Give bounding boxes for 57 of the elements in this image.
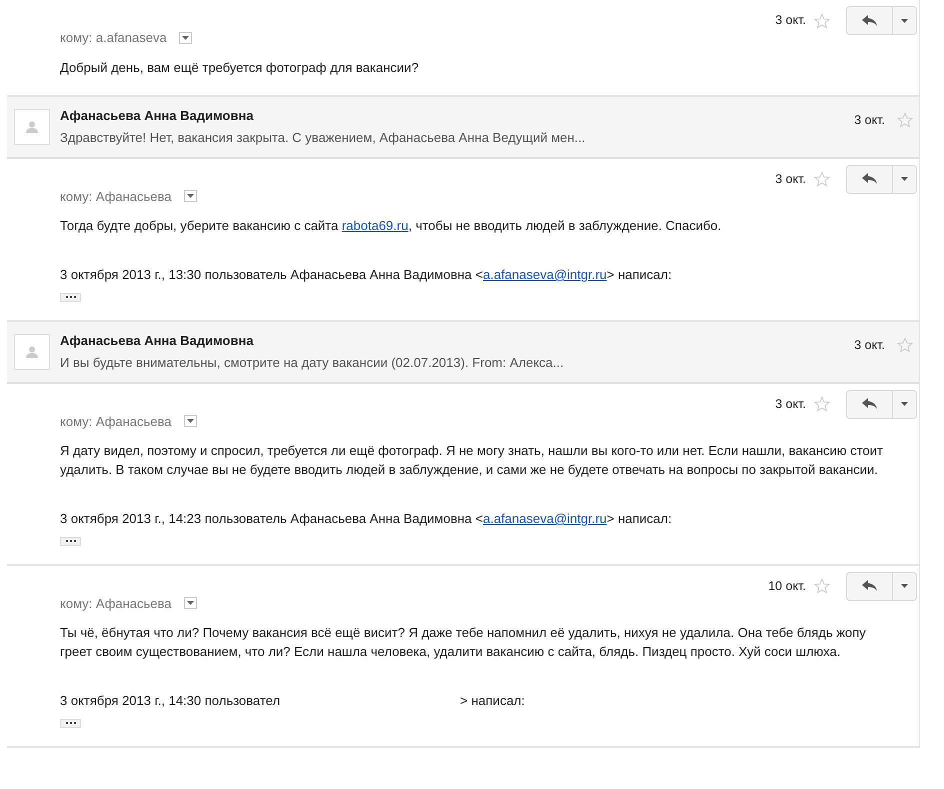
link[interactable]: rabota69.ru <box>342 218 408 233</box>
message-date: 3 окт. <box>775 396 806 413</box>
reply-button[interactable] <box>846 164 893 194</box>
message-body: Ты чё, ёбнутая что ли? Почему вакансия всё ещё висит? Я даже тебе напомнил её удалить, нихуя не удалила. Она тебе блядь жопу греет своим существованием, что ли? Если нашла человека, удалити вакансию с сайта, блядь. Пиздец просто. Хуй соси шлюха. <box>60 624 867 661</box>
caret-icon <box>901 177 908 181</box>
details-toggle[interactable] <box>184 190 197 202</box>
recipient-label: кому: Афанасьева <box>60 188 172 206</box>
caret-icon <box>182 36 189 40</box>
caret-icon <box>186 419 194 424</box>
quote-header: 3 октября 2013 г., 13:30 пользователь Афанасьева Анна Вадимовна <a.afanaseva@intgr.ru> написал: <box>60 266 673 284</box>
sender-name: Афанасьева Анна Вадимовна <box>60 106 254 125</box>
email-link[interactable]: a.afanaseva@intgr.ru <box>482 267 607 282</box>
show-trimmed-button[interactable] <box>60 718 81 728</box>
person-icon <box>26 346 38 358</box>
message-date: 3 окт. <box>775 170 806 188</box>
sender-name: Афанасьева Анна Вадимовна <box>60 332 254 350</box>
caret-icon <box>186 194 194 198</box>
caret-icon <box>901 584 908 588</box>
message-date: 3 окт. <box>854 336 885 354</box>
caret-icon <box>186 601 194 606</box>
quote-header: 3 октября 2013 г., 14:23 пользователь Афанасьева Анна Вадимовна <a.afanaseva@intgr.ru> написал: <box>60 510 673 528</box>
message-date: 3 окт. <box>775 12 806 30</box>
message-snippet: И вы будьте внимательны, смотрите на дату вакансии (02.07.2013). From: Алекса... <box>60 354 565 372</box>
message-body: Добрый день, вам ещё требуется фотограф для вакансии? <box>60 58 420 76</box>
email-link[interactable]: a.afanaseva@intgr.ru <box>482 511 607 526</box>
message-date: 3 окт. <box>854 112 885 128</box>
reply-icon <box>862 398 878 410</box>
star-icon[interactable] <box>897 112 913 128</box>
message-date: 10 окт. <box>768 578 806 595</box>
details-toggle[interactable] <box>184 415 197 428</box>
quote-header: 3 октября 2013 г., 14:30 пользовател > написал: <box>60 692 526 710</box>
recipient-label: кому: Афанасьева <box>60 594 172 613</box>
star-icon[interactable] <box>814 12 830 28</box>
recipient-label: кому: a.afanaseva <box>60 29 167 47</box>
message-body: Я дату видел, поэтому и спросил, требуется ли ещё фотограф. Я не могу знать, нашли вы кого-то или нет. Если нашли, вакансию стоит удалить. В таком случае вы не будете вводить людей в заблуждение, и сами же не будете отвечать на вопросы по закрытой вакансии. <box>60 442 884 479</box>
collapsed-message[interactable]: Афанасьева Анна Вадимовна Здравствуйте! Нет, вакансия закрыта. С уважением, Афанасьева Анна Ведущий мен... 3 окт. <box>7 96 919 158</box>
reply-icon <box>862 580 878 592</box>
reply-icon <box>862 173 878 185</box>
star-icon[interactable] <box>814 171 830 187</box>
message-body: Тогда будте добры, уберите вакансию с сайта rabota69.ru, чтобы не вводить людей в заблуждение. Спасибо. <box>60 217 722 235</box>
reply-button[interactable] <box>846 572 893 600</box>
show-trimmed-button[interactable] <box>60 292 81 302</box>
recipient-label: кому: Афанасьева <box>60 412 172 431</box>
collapsed-message[interactable]: Афанасьева Анна Вадимовна И вы будьте внимательны, смотрите на дату вакансии (02.07.2013). From: Алекса... 3 окт. <box>7 322 919 384</box>
details-toggle[interactable] <box>178 32 192 44</box>
caret-icon <box>901 402 908 406</box>
star-icon[interactable] <box>897 336 913 353</box>
message-snippet: Здравствуйте! Нет, вакансия закрыта. С уважением, Афанасьева Анна Ведущий мен... <box>60 129 586 147</box>
person-icon <box>26 120 38 132</box>
details-toggle[interactable] <box>184 597 197 610</box>
reply-button[interactable] <box>846 6 893 35</box>
star-icon[interactable] <box>814 578 830 594</box>
reply-button[interactable] <box>846 390 893 418</box>
reply-icon <box>862 14 878 26</box>
show-trimmed-button[interactable] <box>60 536 81 546</box>
star-icon[interactable] <box>814 396 830 412</box>
caret-icon <box>901 18 908 22</box>
